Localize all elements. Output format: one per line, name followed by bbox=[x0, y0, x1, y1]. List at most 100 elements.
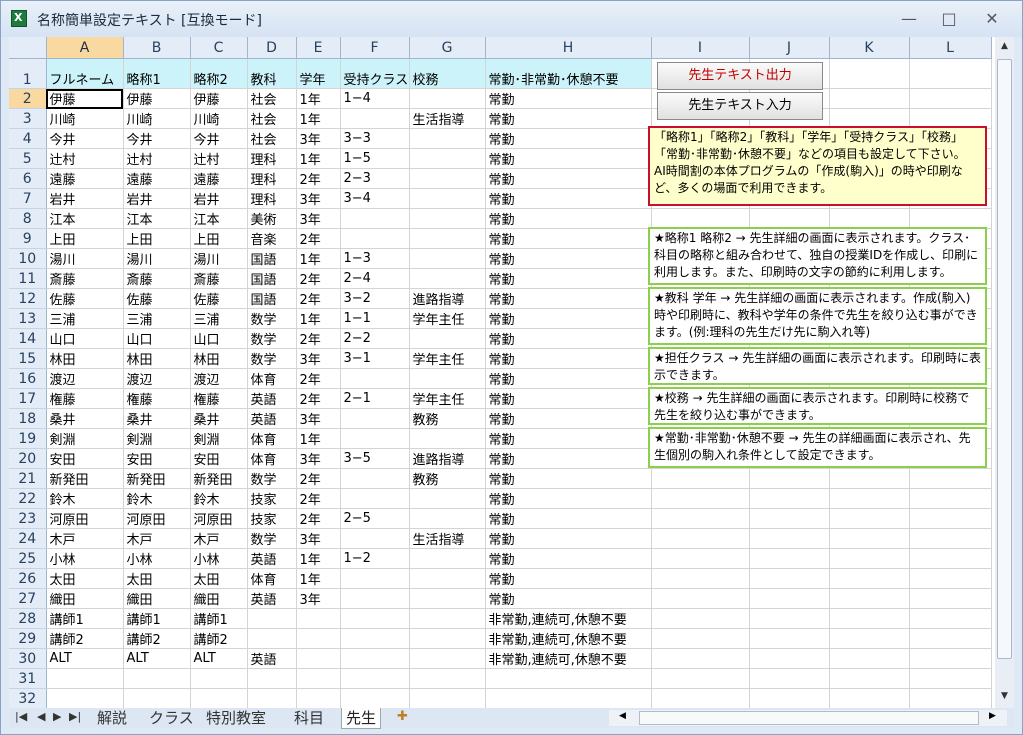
cell[interactable]: 体育 bbox=[247, 368, 297, 389]
cell[interactable]: 略称2 bbox=[190, 58, 248, 89]
column-header-k[interactable]: K bbox=[829, 37, 910, 59]
cell[interactable]: 体育 bbox=[247, 568, 297, 589]
cell[interactable] bbox=[651, 688, 750, 708]
cell[interactable] bbox=[909, 488, 992, 509]
cell[interactable] bbox=[909, 468, 992, 489]
cell[interactable]: 生活指導 bbox=[409, 528, 486, 549]
cell[interactable]: 織田 bbox=[123, 588, 191, 609]
cell[interactable] bbox=[651, 208, 750, 229]
cell[interactable]: 英語 bbox=[247, 648, 297, 669]
cell[interactable]: 学年主任 bbox=[409, 348, 486, 369]
row-header[interactable]: 31 bbox=[9, 668, 47, 689]
cell[interactable]: 1年 bbox=[296, 248, 341, 269]
cell[interactable]: 岩井 bbox=[190, 188, 248, 209]
row-header[interactable]: 28 bbox=[9, 608, 47, 629]
sheet-tab-special-room[interactable]: 特別教室 bbox=[202, 708, 270, 728]
column-header-a[interactable]: A bbox=[46, 37, 124, 59]
cell[interactable] bbox=[749, 208, 830, 229]
cell[interactable]: 国語 bbox=[247, 268, 297, 289]
cell[interactable] bbox=[651, 468, 750, 489]
cell[interactable] bbox=[409, 248, 486, 269]
cell[interactable]: 社会 bbox=[247, 128, 297, 149]
cell[interactable] bbox=[340, 468, 410, 489]
row-header[interactable]: 19 bbox=[9, 428, 47, 449]
row-header[interactable]: 10 bbox=[9, 248, 47, 269]
cell[interactable] bbox=[749, 548, 830, 569]
cell[interactable]: 2年 bbox=[296, 508, 341, 529]
cell[interactable]: 今井 bbox=[123, 128, 191, 149]
cell[interactable]: 学年主任 bbox=[409, 308, 486, 329]
cell[interactable] bbox=[749, 468, 830, 489]
cell[interactable] bbox=[909, 548, 992, 569]
cell[interactable]: 常勤 bbox=[485, 348, 652, 369]
cell[interactable] bbox=[340, 568, 410, 589]
cell[interactable] bbox=[651, 648, 750, 669]
column-header-d[interactable]: D bbox=[247, 37, 297, 59]
cell[interactable]: 権藤 bbox=[123, 388, 191, 409]
cell[interactable]: 太田 bbox=[190, 568, 248, 589]
row-header[interactable]: 3 bbox=[9, 108, 47, 129]
cell[interactable]: 英語 bbox=[247, 408, 297, 429]
cell[interactable]: 上田 bbox=[46, 228, 124, 249]
next-sheet-icon[interactable]: ▶ bbox=[53, 710, 61, 723]
cell[interactable]: 岩井 bbox=[123, 188, 191, 209]
cell[interactable]: 3年 bbox=[296, 348, 341, 369]
cell[interactable] bbox=[409, 328, 486, 349]
cell[interactable] bbox=[651, 608, 750, 629]
cell[interactable]: 遠藤 bbox=[123, 168, 191, 189]
cell[interactable]: ALT bbox=[123, 648, 191, 669]
cell[interactable]: 2−3 bbox=[340, 168, 410, 189]
cell[interactable]: 江本 bbox=[123, 208, 191, 229]
cell[interactable]: 斎藤 bbox=[190, 268, 248, 289]
cell[interactable] bbox=[909, 508, 992, 529]
cell[interactable] bbox=[46, 688, 124, 708]
cell[interactable]: 講師2 bbox=[46, 628, 124, 649]
cell[interactable] bbox=[749, 568, 830, 589]
cell[interactable]: 3−5 bbox=[340, 448, 410, 469]
sheet-tab-explanation[interactable]: 解説 bbox=[93, 708, 131, 728]
cell[interactable] bbox=[296, 688, 341, 708]
cell[interactable]: 林田 bbox=[123, 348, 191, 369]
cell[interactable]: 安田 bbox=[190, 448, 248, 469]
cell[interactable]: 遠藤 bbox=[190, 168, 248, 189]
cell[interactable] bbox=[296, 628, 341, 649]
cell[interactable]: 常勤 bbox=[485, 328, 652, 349]
cell[interactable] bbox=[340, 668, 410, 689]
row-header[interactable]: 4 bbox=[9, 128, 47, 149]
cell[interactable]: 常勤 bbox=[485, 408, 652, 429]
cell[interactable]: 新発田 bbox=[190, 468, 248, 489]
cell[interactable]: 2年 bbox=[296, 288, 341, 309]
cell[interactable]: 湯川 bbox=[46, 248, 124, 269]
cell[interactable] bbox=[409, 648, 486, 669]
cell[interactable] bbox=[409, 88, 486, 109]
close-button[interactable]: ✕ bbox=[979, 9, 1005, 29]
cell[interactable]: 数学 bbox=[247, 528, 297, 549]
cell[interactable]: 三浦 bbox=[123, 308, 191, 329]
cell[interactable]: 技家 bbox=[247, 488, 297, 509]
cell[interactable]: 国語 bbox=[247, 288, 297, 309]
cell[interactable]: 剣淵 bbox=[123, 428, 191, 449]
cell[interactable]: 3年 bbox=[296, 128, 341, 149]
cell[interactable] bbox=[340, 648, 410, 669]
row-header[interactable]: 5 bbox=[9, 148, 47, 169]
cell[interactable]: 常勤 bbox=[485, 108, 652, 129]
cell[interactable]: 3−2 bbox=[340, 288, 410, 309]
cell[interactable]: 社会 bbox=[247, 88, 297, 109]
cell[interactable]: 2年 bbox=[296, 488, 341, 509]
cell[interactable] bbox=[409, 588, 486, 609]
cell[interactable] bbox=[829, 568, 910, 589]
cell[interactable] bbox=[651, 548, 750, 569]
cell[interactable] bbox=[909, 58, 992, 89]
cell[interactable]: 安田 bbox=[46, 448, 124, 469]
row-header[interactable]: 7 bbox=[9, 188, 47, 209]
cell[interactable]: 湯川 bbox=[190, 248, 248, 269]
cell[interactable]: 斎藤 bbox=[46, 268, 124, 289]
cell[interactable]: 上田 bbox=[190, 228, 248, 249]
cell[interactable] bbox=[909, 668, 992, 689]
cell[interactable]: 2−2 bbox=[340, 328, 410, 349]
cell[interactable]: 常勤 bbox=[485, 168, 652, 189]
cell[interactable]: 権藤 bbox=[46, 388, 124, 409]
cell[interactable]: 2年 bbox=[296, 268, 341, 289]
cell[interactable]: 英語 bbox=[247, 548, 297, 569]
cell[interactable]: 2年 bbox=[296, 468, 341, 489]
